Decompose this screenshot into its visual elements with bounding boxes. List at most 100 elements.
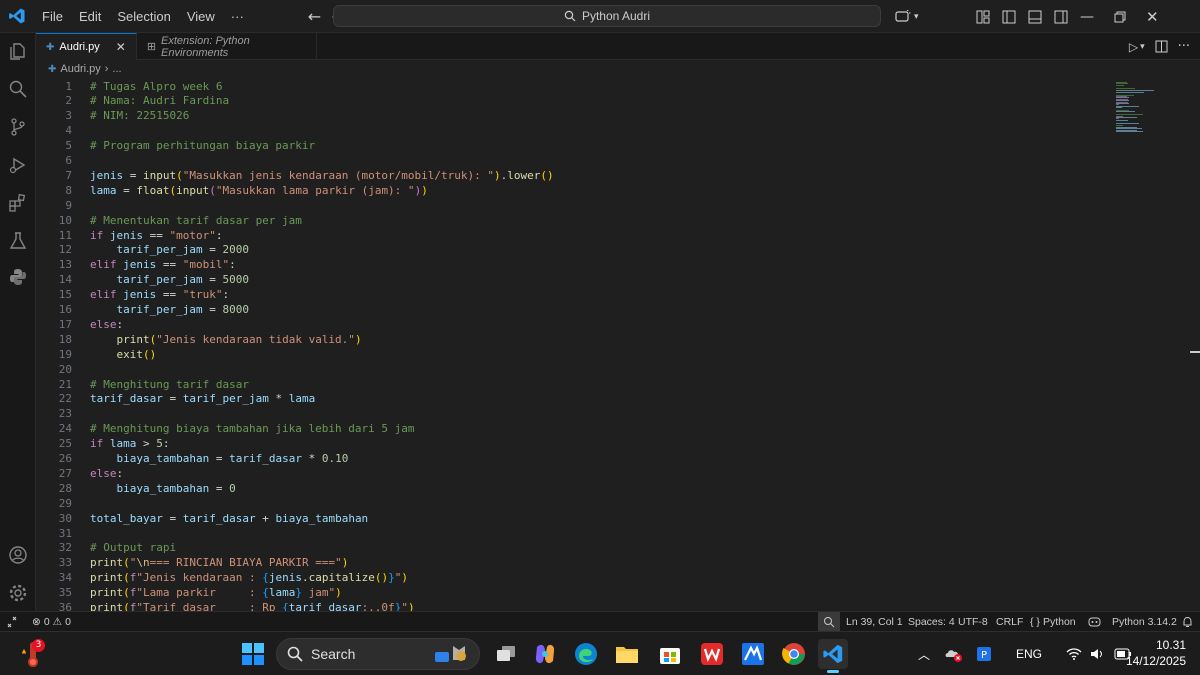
code-line[interactable]: 35 print(f"Lama parkir : {lama} jam"): [36, 585, 1116, 600]
input-language[interactable]: ENG: [1016, 647, 1042, 661]
restore-icon[interactable]: [1114, 11, 1126, 23]
code-line[interactable]: 29: [36, 496, 1116, 511]
code-line[interactable]: 17 else:: [36, 317, 1116, 332]
menu-file[interactable]: File: [34, 0, 71, 33]
search-icon[interactable]: [0, 71, 36, 107]
menu-view[interactable]: View: [179, 0, 223, 33]
code-line[interactable]: 12 tarif_per_jam = 2000: [36, 242, 1116, 257]
code-line[interactable]: 22 tarif_dasar = tarif_per_jam * lama: [36, 391, 1116, 406]
code-line[interactable]: 5 # Program perhitungan biaya parkir: [36, 138, 1116, 153]
app-tray-icon[interactable]: P: [976, 646, 992, 662]
remote-indicator-icon[interactable]: [6, 612, 18, 632]
taskbar-search[interactable]: Search: [276, 638, 480, 670]
minimap[interactable]: [1116, 78, 1156, 138]
code-line[interactable]: 7 jenis = input("Masukkan jenis kendaraan…: [36, 168, 1116, 183]
code-line[interactable]: 6: [36, 153, 1116, 168]
code-line[interactable]: 13 elif jenis == "mobil":: [36, 257, 1116, 272]
system-clock[interactable]: 10.31 14/12/2025: [1126, 637, 1186, 669]
run-debug-icon[interactable]: [0, 147, 36, 183]
testing-icon[interactable]: [0, 223, 36, 259]
code-line[interactable]: 31: [36, 526, 1116, 541]
chevron-down-icon[interactable]: ▾: [914, 12, 919, 22]
start-button[interactable]: [238, 639, 268, 669]
code-line[interactable]: 19 exit(): [36, 347, 1116, 362]
toggle-panel-icon[interactable]: [1024, 6, 1046, 28]
task-view-icon[interactable]: [491, 639, 521, 669]
mendeley-icon[interactable]: [738, 639, 768, 669]
menu-selection[interactable]: Selection: [109, 0, 178, 33]
toggle-secondary-sidebar-icon[interactable]: [1050, 6, 1072, 28]
close-tab-icon[interactable]: ✕: [116, 40, 126, 54]
code-line[interactable]: 9: [36, 198, 1116, 213]
scrollbar-marker[interactable]: [1190, 351, 1200, 353]
toggle-primary-sidebar-icon[interactable]: [998, 6, 1020, 28]
code-line[interactable]: 15 elif jenis == "truk":: [36, 287, 1116, 302]
run-python-file-icon[interactable]: ▷: [1129, 40, 1138, 54]
encoding[interactable]: UTF-8: [958, 612, 988, 632]
copilot-icon[interactable]: [892, 6, 914, 28]
copilot-app-icon[interactable]: [530, 639, 560, 669]
cursor-position[interactable]: Ln 39, Col 1: [846, 612, 903, 632]
split-editor-icon[interactable]: [1155, 40, 1168, 53]
accounts-icon[interactable]: [0, 537, 36, 573]
code-line[interactable]: 1 # Tugas Alpro week 6: [36, 79, 1116, 94]
copilot-menu[interactable]: ▾: [892, 0, 919, 33]
command-center[interactable]: Python Audri: [333, 5, 881, 27]
wifi-icon[interactable]: [1066, 647, 1082, 661]
code-line[interactable]: 23: [36, 406, 1116, 421]
vscode-logo-icon[interactable]: [0, 0, 34, 33]
code-line[interactable]: 24 # Menghitung biaya tambahan jika lebih…: [36, 421, 1116, 436]
notifications-bell-icon[interactable]: [1182, 612, 1193, 632]
volume-icon[interactable]: [1090, 647, 1106, 661]
code-line[interactable]: 16 tarif_per_jam = 8000: [36, 302, 1116, 317]
back-arrow-icon[interactable]: ←: [308, 7, 321, 26]
code-line[interactable]: 14 tarif_per_jam = 5000: [36, 272, 1116, 287]
chevron-down-icon[interactable]: ▾: [1140, 42, 1145, 52]
code-line[interactable]: 10 # Menentukan tarif dasar per jam: [36, 213, 1116, 228]
code-line[interactable]: 28 biaya_tambahan = 0: [36, 481, 1116, 496]
code-line[interactable]: 26 biaya_tambahan = tarif_dasar * 0.10: [36, 451, 1116, 466]
extensions-icon[interactable]: [0, 185, 36, 221]
code-line[interactable]: 3 # NIM: 22515026: [36, 108, 1116, 123]
indentation[interactable]: Spaces: 4: [908, 612, 955, 632]
zoom-icon[interactable]: [818, 612, 840, 632]
problems-indicator[interactable]: ⊗ 0 ⚠ 0: [32, 612, 71, 632]
code-line[interactable]: 4: [36, 123, 1116, 138]
chrome-browser-icon[interactable]: [779, 639, 809, 669]
onedrive-sync-error-icon[interactable]: [944, 645, 963, 663]
code-line[interactable]: 11 if jenis == "motor":: [36, 228, 1116, 243]
more-actions-icon[interactable]: ···: [1178, 39, 1190, 54]
minimize-icon[interactable]: —: [1080, 9, 1094, 25]
tab-extension-python-environments[interactable]: ⊞ Extension: Python Environments: [137, 33, 317, 60]
close-window-icon[interactable]: ✕: [1146, 8, 1159, 26]
python-icon[interactable]: [0, 259, 36, 295]
show-hidden-icons-chevron-up-icon[interactable]: ︿: [918, 646, 930, 663]
code-line[interactable]: 18 print("Jenis kendaraan tidak valid."): [36, 332, 1116, 347]
breadcrumb-file[interactable]: Audri.py: [60, 63, 100, 75]
end-of-line[interactable]: CRLF: [996, 612, 1023, 632]
code-line[interactable]: 30 total_bayar = tarif_dasar + biaya_tamb…: [36, 511, 1116, 526]
language-mode[interactable]: { } Python: [1030, 612, 1076, 632]
code-line[interactable]: 2 # Nama: Audri Fardina: [36, 93, 1116, 108]
python-interpreter[interactable]: Python 3.14.2: [1112, 612, 1177, 632]
edge-browser-icon[interactable]: [571, 639, 601, 669]
code-line[interactable]: 34 print(f"Jenis kendaraan : {jenis.capit…: [36, 570, 1116, 585]
code-line[interactable]: 8 lama = float(input("Masukkan lama parki…: [36, 183, 1116, 198]
code-line[interactable]: 20: [36, 362, 1116, 377]
microsoft-store-icon[interactable]: [655, 639, 685, 669]
vscode-taskbar-icon[interactable]: [818, 639, 848, 673]
menu-more[interactable]: ···: [223, 0, 252, 33]
copilot-status-icon[interactable]: [1088, 612, 1101, 632]
tab-audri-py[interactable]: ✚ Audri.py ✕: [36, 33, 137, 60]
wps-office-icon[interactable]: [697, 639, 727, 669]
explorer-icon[interactable]: [0, 33, 36, 69]
settings-gear-icon[interactable]: [0, 575, 36, 611]
code-editor[interactable]: 1 # Tugas Alpro week 6 2 # Nama: Audri Fard…: [36, 78, 1200, 611]
code-line[interactable]: 33 print("\n=== RINCIAN BIAYA PARKIR ==="…: [36, 555, 1116, 570]
weather-widget[interactable]: 3: [18, 639, 48, 669]
source-control-icon[interactable]: [0, 109, 36, 145]
breadcrumb-more[interactable]: ...: [112, 63, 121, 75]
file-explorer-icon[interactable]: [612, 639, 642, 669]
customize-layout-icon[interactable]: [972, 6, 994, 28]
code-line[interactable]: 27 else:: [36, 466, 1116, 481]
